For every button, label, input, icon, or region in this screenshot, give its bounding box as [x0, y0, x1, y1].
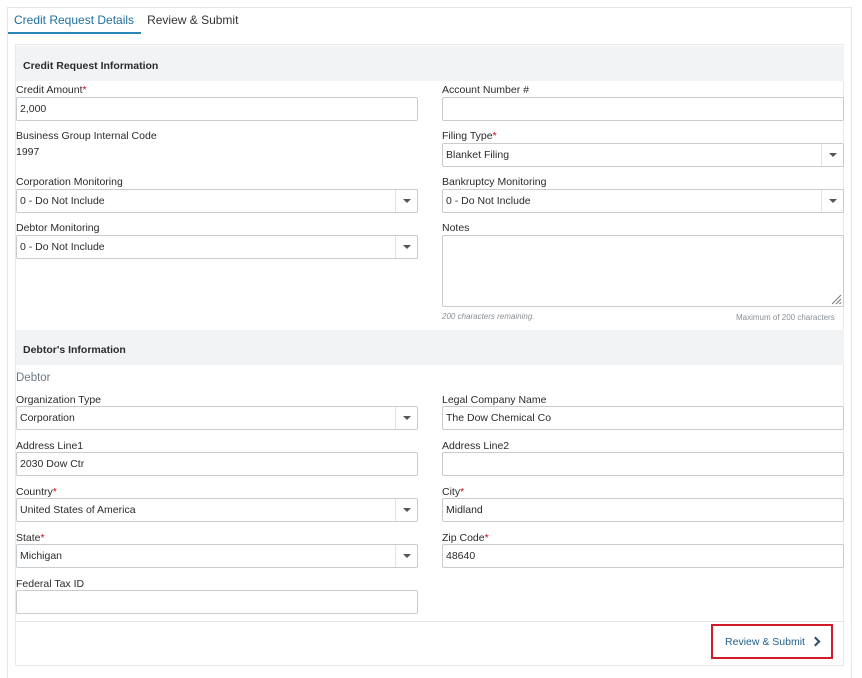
notes-remaining-hint: 200 characters remaining.	[442, 312, 535, 321]
required-marker: *	[484, 532, 489, 544]
footer-divider	[16, 621, 844, 622]
corporation-monitoring-select[interactable]: 0 - Do Not Include	[16, 189, 418, 213]
required-marker: *	[52, 486, 57, 498]
debtor-monitoring-value: 0 - Do Not Include	[20, 241, 105, 253]
bankruptcy-monitoring-select[interactable]: 0 - Do Not Include	[442, 189, 844, 213]
chevron-down-icon[interactable]	[395, 190, 417, 212]
country-label-text: Country	[16, 486, 53, 498]
tab-bar: Credit Request Details Review & Submit	[8, 8, 245, 34]
city-value: Midland	[446, 504, 483, 516]
city-input[interactable]: Midland	[442, 498, 844, 522]
filing-type-value: Blanket Filing	[446, 149, 510, 161]
account-number-label: Account Number #	[442, 84, 529, 96]
business-group-value: 1997	[16, 146, 40, 158]
chevron-down-icon[interactable]	[821, 190, 843, 212]
federal-tax-id-input[interactable]	[16, 590, 418, 614]
country-select[interactable]: United States of America	[16, 498, 418, 522]
filing-type-label: Filing Type*	[442, 130, 497, 142]
review-submit-label: Review & Submit	[725, 635, 805, 648]
address-line1-label: Address Line1	[16, 440, 84, 452]
required-marker: *	[492, 130, 497, 142]
notes-label: Notes	[442, 222, 470, 234]
notes-textarea[interactable]	[442, 235, 844, 307]
city-label: City*	[442, 486, 464, 498]
country-label: Country*	[16, 486, 57, 498]
tab-review-submit[interactable]: Review & Submit	[141, 8, 245, 34]
state-label: State*	[16, 532, 45, 544]
required-marker: *	[40, 532, 45, 544]
chevron-down-icon[interactable]	[395, 545, 417, 567]
zip-code-value: 48640	[446, 550, 476, 562]
filing-type-select[interactable]: Blanket Filing	[442, 143, 844, 167]
required-marker: *	[82, 84, 87, 96]
debtor-monitoring-select[interactable]: 0 - Do Not Include	[16, 235, 418, 259]
state-value: Michigan	[20, 550, 63, 562]
credit-amount-label: Credit Amount*	[16, 84, 87, 96]
organization-type-label: Organization Type	[16, 394, 102, 406]
filing-type-label-text: Filing Type	[442, 130, 493, 142]
country-value: United States of America	[20, 504, 136, 516]
account-number-input[interactable]	[442, 97, 844, 121]
review-submit-button[interactable]: Review & Submit	[711, 624, 833, 659]
legal-company-name-value: The Dow Chemical Co	[446, 412, 552, 424]
corporation-monitoring-label: Corporation Monitoring	[16, 176, 123, 188]
state-label-text: State	[16, 532, 41, 544]
address-line1-value: 2030 Dow Ctr	[20, 458, 85, 470]
legal-company-name-input[interactable]: The Dow Chemical Co	[442, 406, 844, 430]
required-marker: *	[460, 486, 465, 498]
chevron-right-icon	[810, 636, 821, 647]
corporation-monitoring-value: 0 - Do Not Include	[20, 195, 105, 207]
zip-code-input[interactable]: 48640	[442, 544, 844, 568]
credit-request-section-header: Credit Request Information	[16, 46, 844, 81]
business-group-label: Business Group Internal Code	[16, 130, 157, 142]
chevron-down-icon[interactable]	[395, 236, 417, 258]
resize-grip-icon[interactable]	[830, 293, 842, 305]
address-line1-input[interactable]: 2030 Dow Ctr	[16, 452, 418, 476]
credit-amount-label-text: Credit Amount	[16, 84, 83, 96]
debtor-monitoring-label: Debtor Monitoring	[16, 222, 100, 234]
organization-type-value: Corporation	[20, 412, 75, 424]
chevron-down-icon[interactable]	[395, 499, 417, 521]
debtor-section-header: Debtor's Information	[16, 330, 844, 365]
organization-type-select[interactable]: Corporation	[16, 406, 418, 430]
city-label-text: City	[442, 486, 461, 498]
federal-tax-id-label: Federal Tax ID	[16, 578, 85, 590]
credit-amount-value: 2,000	[20, 103, 47, 115]
zip-code-label: Zip Code*	[442, 532, 489, 544]
chevron-down-icon[interactable]	[821, 144, 843, 166]
address-line2-label: Address Line2	[442, 440, 510, 452]
notes-max-hint: Maximum of 200 characters	[736, 313, 835, 322]
zip-code-label-text: Zip Code	[442, 532, 485, 544]
chevron-down-icon[interactable]	[395, 407, 417, 429]
state-select[interactable]: Michigan	[16, 544, 418, 568]
tab-credit-request-details[interactable]: Credit Request Details	[8, 8, 142, 34]
address-line2-input[interactable]	[442, 452, 844, 476]
bankruptcy-monitoring-label: Bankruptcy Monitoring	[442, 176, 547, 188]
bankruptcy-monitoring-value: 0 - Do Not Include	[446, 195, 531, 207]
credit-amount-input[interactable]: 2,000	[16, 97, 418, 121]
legal-company-name-label: Legal Company Name	[442, 394, 547, 406]
debtor-subtitle: Debtor	[16, 372, 51, 384]
